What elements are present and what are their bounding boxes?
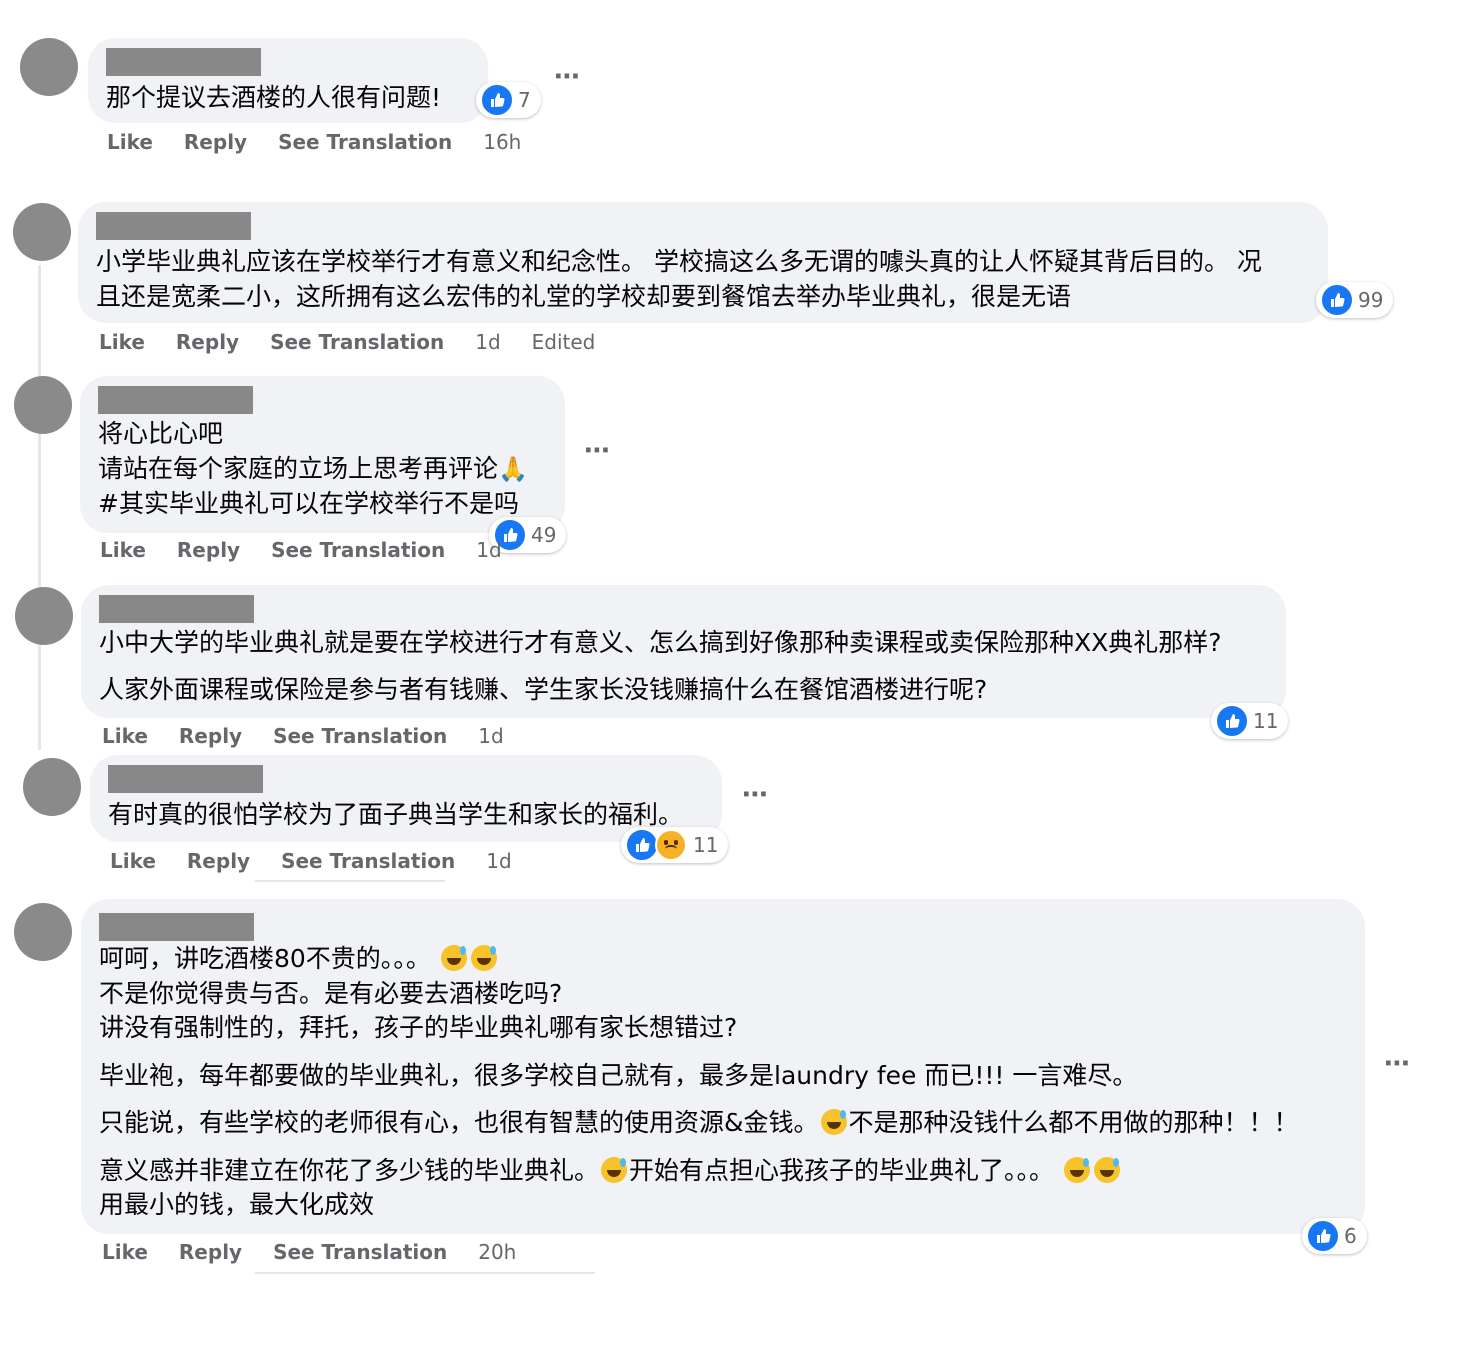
- like-reaction-icon: [625, 828, 659, 862]
- like-button[interactable]: Like: [102, 1240, 148, 1264]
- comment-actions: Like Reply See Translation 1d: [110, 849, 536, 873]
- grinning-sweat-emoji-icon: [1063, 1157, 1090, 1183]
- avatar[interactable]: [14, 376, 72, 434]
- reaction-count[interactable]: 11: [621, 827, 729, 863]
- see-translation-button[interactable]: See Translation: [281, 849, 455, 873]
- reaction-count[interactable]: 7: [476, 82, 541, 118]
- more-options-icon[interactable]: ⋯: [1384, 1049, 1411, 1079]
- more-options-icon[interactable]: ⋯: [584, 436, 611, 466]
- comment-actions: Like Reply See Translation 1d Edited: [99, 330, 619, 354]
- grinning-sweat-emoji-icon: [820, 1109, 847, 1135]
- comment-text-line: 意义感并非建立在你花了多少钱的毕业典礼。 开始有点担心我孩子的毕业典礼了。。。: [99, 1153, 1122, 1188]
- comment-text-line: 将心比心吧: [98, 419, 224, 448]
- comment-bubble: 那个提议去酒楼的人很有问题!: [88, 38, 488, 123]
- comment-actions: Like Reply See Translation 1d: [100, 538, 526, 562]
- like-button[interactable]: Like: [100, 538, 146, 562]
- comment-text-line: 用最小的钱，最大化成效: [99, 1190, 375, 1219]
- more-options-icon[interactable]: ⋯: [554, 62, 581, 92]
- redacted-author-name[interactable]: [99, 595, 254, 623]
- comment-text-line: 人家外面课程或保险是参与者有钱赚、学生家长没钱赚搞什么在餐馆酒楼进行呢?: [99, 675, 988, 704]
- grinning-sweat-emoji-icon: [470, 945, 497, 971]
- like-button[interactable]: Like: [110, 849, 156, 873]
- reaction-count[interactable]: 99: [1316, 282, 1394, 318]
- timestamp[interactable]: 1d: [475, 330, 500, 354]
- reply-button[interactable]: Reply: [176, 330, 239, 354]
- redacted-author-name[interactable]: [96, 212, 251, 240]
- avatar[interactable]: [20, 38, 78, 96]
- grinning-sweat-emoji-icon: [440, 945, 467, 971]
- see-translation-button[interactable]: See Translation: [271, 538, 445, 562]
- comment-text: 那个提议去酒楼的人很有问题!: [106, 83, 442, 112]
- like-button[interactable]: Like: [102, 724, 148, 748]
- see-translation-button[interactable]: See Translation: [273, 724, 447, 748]
- reply-button[interactable]: Reply: [179, 724, 242, 748]
- like-reaction-icon: [1306, 1219, 1340, 1253]
- see-translation-button[interactable]: See Translation: [270, 330, 444, 354]
- grinning-sweat-emoji-icon: [1093, 1157, 1120, 1183]
- comment-bubble: 有时真的很怕学校为了面子典当学生和家长的福利。: [90, 755, 722, 842]
- like-reaction-icon: [1215, 704, 1249, 738]
- redacted-author-name[interactable]: [106, 48, 261, 76]
- comment-text-line: 不是你觉得贵与否。是有必要去酒楼吃吗?: [99, 979, 563, 1008]
- like-button[interactable]: Like: [99, 330, 145, 354]
- grinning-sweat-emoji-icon: [601, 1157, 628, 1183]
- like-button[interactable]: Like: [107, 130, 153, 154]
- comment-text-line: 只能说，有些学校的老师很有心，也很有智慧的使用资源&金钱。 不是那种没钱什么都不用…: [99, 1108, 1299, 1137]
- reply-button[interactable]: Reply: [184, 130, 247, 154]
- see-translation-button[interactable]: See Translation: [278, 130, 452, 154]
- more-options-icon[interactable]: ⋯: [742, 780, 769, 810]
- comment-bubble: 呵呵，讲吃酒楼80不贵的。。。 不是你觉得贵与否。是有必要去酒楼吃吗? 讲没有强…: [81, 899, 1365, 1234]
- reply-button[interactable]: Reply: [187, 849, 250, 873]
- edited-label: Edited: [531, 330, 596, 354]
- comment-text-line: 呵呵，讲吃酒楼80不贵的。。。: [99, 941, 499, 976]
- redacted-author-name[interactable]: [99, 913, 254, 941]
- comment-bubble: 小学毕业典礼应该在学校举行才有意义和纪念性。 学校搞这么多无谓的噱头真的让人怀疑…: [78, 202, 1328, 323]
- redacted-author-name[interactable]: [98, 386, 253, 414]
- comment-text: 有时真的很怕学校为了面子典当学生和家长的福利。: [108, 800, 684, 829]
- avatar[interactable]: [23, 758, 81, 816]
- divider: [255, 880, 445, 882]
- like-reaction-icon: [1320, 283, 1354, 317]
- avatar[interactable]: [13, 203, 71, 261]
- thread-line: [38, 265, 41, 750]
- avatar[interactable]: [14, 903, 72, 961]
- comment-actions: Like Reply See Translation 1d: [102, 724, 528, 748]
- divider: [255, 1272, 595, 1274]
- timestamp[interactable]: 1d: [486, 849, 511, 873]
- comment-bubble: 将心比心吧 请站在每个家庭的立场上思考再评论🙏 #其实毕业典礼可以在学校举行不是…: [80, 376, 565, 533]
- avatar[interactable]: [15, 587, 73, 645]
- reply-button[interactable]: Reply: [177, 538, 240, 562]
- comment-text-line: 讲没有强制性的，拜托，孩子的毕业典礼哪有家长想错过?: [99, 1013, 738, 1042]
- reaction-count[interactable]: 11: [1211, 703, 1289, 739]
- comment-text-line: 请站在每个家庭的立场上思考再评论🙏: [98, 451, 528, 487]
- comment-text-line: 小中大学的毕业典礼就是要在学校进行才有意义、怎么搞到好像那种卖课程或卖保险那种X…: [99, 628, 1222, 657]
- sad-reaction-icon: [655, 829, 687, 861]
- like-reaction-icon: [480, 83, 514, 117]
- reaction-count[interactable]: 6: [1302, 1218, 1367, 1254]
- see-translation-button[interactable]: See Translation: [273, 1240, 447, 1264]
- comment-text-line: 小学毕业典礼应该在学校举行才有意义和纪念性。 学校搞这么多无谓的噱头真的让人怀疑…: [96, 247, 1262, 276]
- timestamp[interactable]: 20h: [478, 1240, 516, 1264]
- timestamp[interactable]: 1d: [478, 724, 503, 748]
- comment-text-line: 且还是宽柔二小，这所拥有这么宏伟的礼堂的学校却要到餐馆去举办毕业典礼，很是无语: [96, 282, 1072, 311]
- comment-text-line: #其实毕业典礼可以在学校举行不是吗: [98, 489, 519, 518]
- comment-actions: Like Reply See Translation 16h: [107, 130, 545, 154]
- comment-text-line: 毕业袍，每年都要做的毕业典礼，很多学校自己就有，最多是laundry fee 而…: [99, 1061, 1138, 1090]
- redacted-author-name[interactable]: [108, 765, 263, 793]
- folded-hands-emoji-icon: 🙏: [498, 455, 528, 483]
- comment-actions: Like Reply See Translation 20h: [102, 1240, 540, 1264]
- reply-button[interactable]: Reply: [179, 1240, 242, 1264]
- timestamp[interactable]: 1d: [476, 538, 501, 562]
- timestamp[interactable]: 16h: [483, 130, 521, 154]
- comment-bubble: 小中大学的毕业典礼就是要在学校进行才有意义、怎么搞到好像那种卖课程或卖保险那种X…: [81, 585, 1286, 718]
